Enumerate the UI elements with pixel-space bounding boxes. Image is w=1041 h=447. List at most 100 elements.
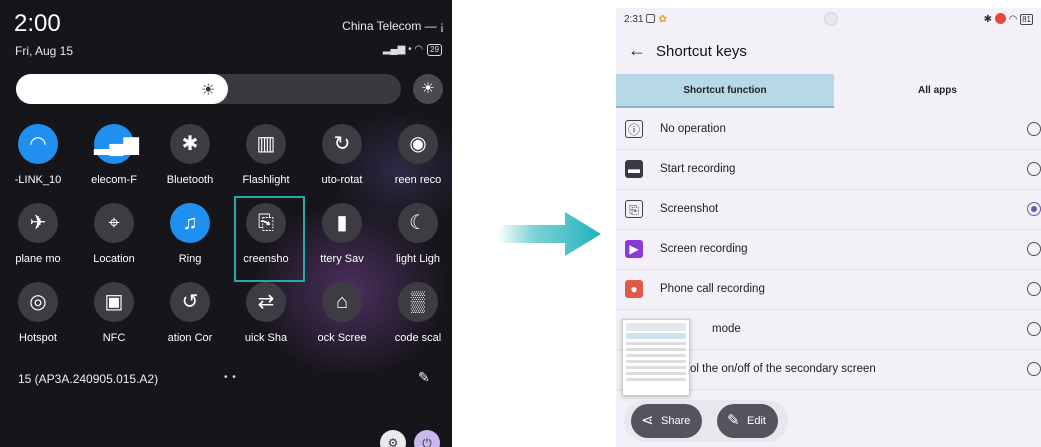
auto-brightness-button[interactable]: ☀ xyxy=(413,74,443,104)
share-button[interactable]: ⋖ Share xyxy=(631,404,703,438)
back-arrow-icon[interactable]: ← xyxy=(628,40,646,61)
quick-tile-label: Bluetooth xyxy=(166,174,214,186)
quick-tile[interactable]: ☾ light Ligh xyxy=(380,203,452,283)
quick-tile[interactable]: ✈ plane mo xyxy=(0,203,76,283)
option-label: Screenshot xyxy=(660,203,719,215)
build-number: 15 (AP3A.240905.015.A2) xyxy=(18,372,159,386)
quick-tile-icon[interactable]: ▂▄▆ xyxy=(94,124,139,164)
quick-tile-icon[interactable]: ◎ xyxy=(18,282,58,322)
quick-tile-label: NFC xyxy=(102,332,126,344)
radio-button[interactable] xyxy=(1027,122,1041,136)
edit-button[interactable]: ✎ Edit xyxy=(717,404,778,438)
quick-tile-icon[interactable]: ♫ xyxy=(170,203,210,243)
quick-tile[interactable]: ⌂ ock Scree xyxy=(304,282,380,362)
radio-button[interactable] xyxy=(1027,282,1041,296)
quick-tile-label: ttery Sav xyxy=(320,253,364,265)
quick-tile[interactable]: ✱ Bluetooth xyxy=(152,124,228,204)
quick-tile-label: Ring xyxy=(178,253,202,265)
radio-button[interactable] xyxy=(1027,242,1041,256)
quick-tile-label: ock Scree xyxy=(317,332,367,344)
quick-tile-icon[interactable]: ▣ xyxy=(94,282,134,322)
screenshot-highlight-box xyxy=(234,196,305,282)
battery-icon: 81 xyxy=(1020,14,1033,25)
option-label: Phone call recording xyxy=(660,283,765,295)
quick-tile-icon[interactable]: ↺ xyxy=(170,282,210,322)
quick-tile[interactable]: ▂▄▆ elecom-F xyxy=(76,124,152,204)
quick-tile[interactable]: ▣ NFC xyxy=(76,282,152,362)
quick-settings-panel: 2:00 Fri, Aug 15 China Telecom — ¡ ▂▄▆ •… xyxy=(0,0,452,447)
battery-icon: 29 xyxy=(427,44,442,56)
radio-button[interactable] xyxy=(1027,362,1041,376)
quick-tile-label: Location xyxy=(93,253,135,265)
recorder-icon: ▬ xyxy=(625,160,643,178)
quick-tile-icon[interactable]: ✈ xyxy=(18,203,58,243)
option-row[interactable]: ▬ Start recording xyxy=(616,150,1041,190)
quick-tile-label: elecom-F xyxy=(91,174,137,186)
status-icons: ✱ ◠ 81 xyxy=(984,13,1033,25)
quick-tile[interactable]: ▒ code scal xyxy=(380,282,452,362)
quick-tile[interactable]: ↺ ation Cor xyxy=(152,282,228,362)
status-time: 2:31 xyxy=(624,14,644,25)
quick-tile-icon[interactable]: ◠ xyxy=(18,124,58,164)
quick-tile[interactable]: ▥ Flashlight xyxy=(228,124,304,204)
quick-tile-icon[interactable]: ▥ xyxy=(246,124,286,164)
option-label: Screen recording xyxy=(660,243,748,255)
quick-tile-icon[interactable]: ↻ xyxy=(322,124,362,164)
option-label: ol the on/off of the secondary screen xyxy=(690,363,876,375)
quick-tile[interactable]: ⌖ Location xyxy=(76,203,152,283)
brightness-slider-fill[interactable] xyxy=(16,74,228,104)
settings-icon[interactable]: ⚙ xyxy=(380,430,406,447)
quick-tile-label: uto-rotat xyxy=(321,174,363,186)
camera-cutout xyxy=(824,12,838,26)
screenshot-thumbnail[interactable] xyxy=(622,319,690,396)
date: Fri, Aug 15 xyxy=(15,44,74,58)
quick-tile[interactable]: ◎ Hotspot xyxy=(0,282,76,362)
tab-all-apps[interactable]: All apps xyxy=(834,74,1041,108)
quick-tile-icon[interactable]: ▮ xyxy=(322,203,362,243)
quick-tile-label: code scal xyxy=(394,332,442,344)
quick-tile-icon[interactable]: ⌖ xyxy=(94,203,134,243)
quick-tile-icon[interactable]: ✱ xyxy=(170,124,210,164)
option-row[interactable]: ⎘ Screenshot xyxy=(616,190,1041,230)
record-icon xyxy=(994,13,1006,24)
shortcut-keys-screen: 2:31 ✿ ✱ ◠ 81 ← Shortcut keys Shortcut fu… xyxy=(616,8,1041,447)
notification-icon xyxy=(646,14,656,23)
quick-tile-label: plane mo xyxy=(15,253,61,265)
page-indicator: • • xyxy=(224,372,237,383)
quick-tile[interactable]: ◉ reen reco xyxy=(380,124,452,204)
quick-tile[interactable]: ↻ uto-rotat xyxy=(304,124,380,204)
quick-tile-label: uick Sha xyxy=(244,332,288,344)
radio-button[interactable] xyxy=(1027,322,1041,336)
tab-shortcut-function[interactable]: Shortcut function xyxy=(616,74,834,108)
quick-tile-icon[interactable]: ▒ xyxy=(398,282,438,322)
quick-tile-label: Flashlight xyxy=(242,174,290,186)
radio-button[interactable] xyxy=(1027,162,1041,176)
option-row[interactable]: ⓘ No operation xyxy=(616,110,1041,150)
quick-tile[interactable]: ▮ ttery Sav xyxy=(304,203,380,283)
quick-tile-icon[interactable]: ⇄ xyxy=(246,282,286,322)
call-recording-icon: ● xyxy=(625,280,643,298)
tab-bar: Shortcut function All apps xyxy=(616,74,1041,108)
power-icon[interactable]: ⏻ xyxy=(414,430,440,447)
radio-button[interactable] xyxy=(1027,202,1041,216)
quick-tile-label: Hotspot xyxy=(19,332,57,344)
carrier-label: China Telecom — ¡ xyxy=(342,19,444,33)
option-label: Start recording xyxy=(660,163,736,175)
quick-tile[interactable]: ◠ -LINK_10 xyxy=(0,124,76,204)
quick-tile-icon[interactable]: ⌂ xyxy=(322,282,362,322)
edit-pencil-icon[interactable]: ✎ xyxy=(418,369,430,386)
option-row[interactable]: ● Phone call recording xyxy=(616,270,1041,310)
option-label: mode xyxy=(712,323,741,335)
option-row[interactable]: ▶ Screen recording xyxy=(616,230,1041,270)
quick-tile-icon[interactable]: ☾ xyxy=(398,203,438,243)
quick-tile-label: reen reco xyxy=(394,174,442,186)
quick-tile-label: ation Cor xyxy=(167,332,213,344)
info-icon: ⓘ xyxy=(625,120,643,138)
quick-tile-icon[interactable]: ◉ xyxy=(398,124,438,164)
quick-tile[interactable]: ♫ Ring xyxy=(152,203,228,283)
clock: 2:00 xyxy=(14,10,61,37)
signal-wifi-icon: ▂▄▆ • ◠ xyxy=(382,44,424,55)
quick-tile-label: -LINK_10 xyxy=(14,174,62,186)
share-icon: ⋖ xyxy=(641,412,654,429)
quick-tile[interactable]: ⇄ uick Sha xyxy=(228,282,304,362)
